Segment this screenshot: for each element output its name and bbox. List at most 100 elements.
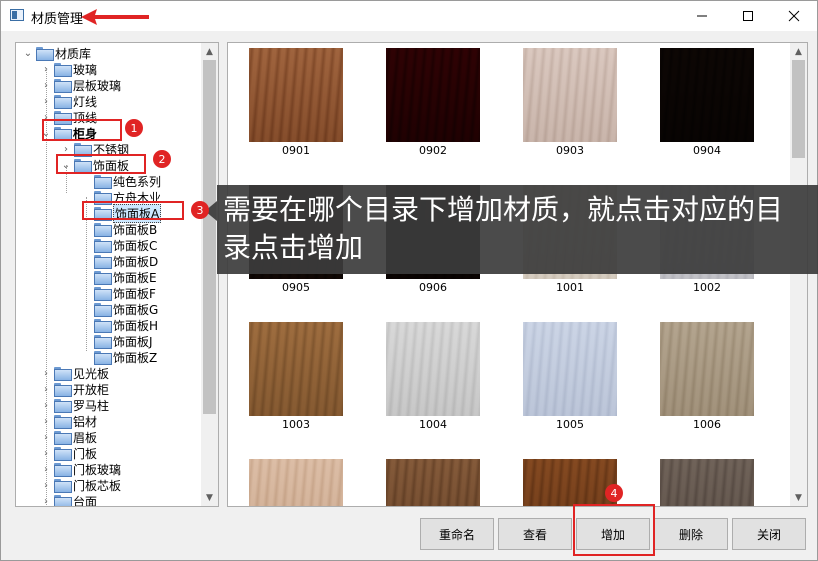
tree-item[interactable]: › 铝材 — [40, 413, 97, 429]
view-button[interactable]: 查看 — [498, 518, 572, 550]
chevron-down-icon[interactable]: ⌄ — [22, 45, 34, 61]
annotation-box-cabinet — [42, 119, 122, 141]
material-swatch[interactable] — [386, 48, 480, 142]
material-name: 0901 — [282, 144, 310, 157]
material-name: 1006 — [693, 418, 721, 431]
material-swatch[interactable] — [249, 48, 343, 142]
material-swatch[interactable] — [660, 48, 754, 142]
minimize-button[interactable] — [679, 1, 725, 31]
step-badge-1: 1 — [125, 119, 143, 137]
annotation-arrow-icon — [81, 9, 149, 25]
folder-icon — [54, 463, 72, 477]
material-swatch[interactable] — [249, 322, 343, 416]
material-swatch[interactable] — [523, 459, 617, 506]
tree-item[interactable]: › 灯线 — [40, 93, 97, 109]
tree-item-label: 门板玻璃 — [73, 462, 122, 477]
tree-item[interactable]: 饰面板D — [80, 253, 158, 269]
folder-icon — [94, 319, 112, 333]
tree-item[interactable]: 纯色系列 — [80, 173, 161, 189]
material-tree[interactable]: ⌄ 材质库 › 玻璃 › 层板玻璃 › 灯线 › 顶线 ⌄ 柜身 › 不锈钢 ⌄ 饰面板 纯色系列 方舟木业 饰面板… — [15, 42, 219, 507]
material-name: 1001 — [556, 281, 584, 294]
rename-button[interactable]: 重命名 — [420, 518, 494, 550]
app-icon — [10, 9, 24, 21]
maximize-button[interactable] — [725, 1, 771, 31]
folder-icon — [54, 79, 72, 93]
title-bar[interactable]: 材质管理 — [1, 1, 817, 31]
material-swatch[interactable] — [523, 322, 617, 416]
material-swatch[interactable] — [386, 459, 480, 506]
scroll-down-icon[interactable]: ▼ — [201, 489, 218, 506]
tree-item[interactable]: › 眉板 — [40, 429, 97, 445]
folder-icon — [94, 335, 112, 349]
tree-item[interactable]: 饰面板F — [80, 285, 156, 301]
tree-item-label: 门板 — [73, 446, 98, 461]
tree-item[interactable]: › 玻璃 — [40, 61, 97, 77]
tree-item[interactable]: 饰面板G — [80, 301, 158, 317]
folder-icon — [94, 223, 112, 237]
folder-icon — [54, 415, 72, 429]
material-name: 1003 — [282, 418, 310, 431]
tree-item-label: 铝材 — [73, 414, 98, 429]
material-name: 0904 — [693, 144, 721, 157]
close-button[interactable] — [771, 1, 817, 31]
folder-icon — [94, 271, 112, 285]
material-name: 0906 — [419, 281, 447, 294]
step-badge-4: 4 — [605, 484, 623, 502]
minimize-icon — [697, 15, 707, 17]
tree-item-label: 门板芯板 — [73, 478, 122, 493]
tree-item[interactable]: 饰面板B — [80, 221, 157, 237]
tree-item[interactable]: 饰面板J — [80, 333, 153, 349]
scroll-up-icon[interactable]: ▲ — [790, 43, 807, 60]
tree-scroll-thumb[interactable] — [203, 60, 216, 414]
folder-icon — [54, 495, 72, 506]
tree-item[interactable]: 饰面板C — [80, 237, 157, 253]
tree-root[interactable]: ⌄ 材质库 — [22, 45, 91, 61]
scroll-down-icon[interactable]: ▼ — [790, 489, 807, 506]
material-name: 0905 — [282, 281, 310, 294]
scroll-up-icon[interactable]: ▲ — [201, 43, 218, 60]
tree-item-label: 见光板 — [73, 366, 110, 381]
tree-item-label: 饰面板H — [113, 318, 159, 333]
grid-scrollbar[interactable]: ▲ ▼ — [790, 43, 807, 506]
tree-item-label: 饰面板D — [113, 254, 159, 269]
tree-item[interactable]: › 开放柜 — [40, 381, 109, 397]
folder-icon — [54, 431, 72, 445]
folder-icon — [54, 399, 72, 413]
tree-item[interactable]: › 门板 — [40, 445, 97, 461]
material-thumbnail-grid[interactable]: 0901 0902 0903 0904 0905 0906 1001 1002 1003 1004… — [227, 42, 808, 507]
tree-item-label: 饰面板J — [113, 334, 153, 349]
material-swatch[interactable] — [249, 459, 343, 506]
material-name: 1002 — [693, 281, 721, 294]
material-manager-window: 材质管理 ⌄ 材质库 › 玻璃 › 层板玻璃 › 灯线 › 顶线 ⌄ 柜身 › 不锈钢 ⌄ 饰面板 纯色系列 方舟… — [0, 0, 818, 561]
folder-icon — [54, 95, 72, 109]
material-name: 0903 — [556, 144, 584, 157]
close-dialog-button[interactable]: 关闭 — [732, 518, 806, 550]
tree-item[interactable]: › 台面 — [40, 493, 98, 507]
delete-button[interactable]: 删除 — [654, 518, 728, 550]
material-swatch[interactable] — [660, 322, 754, 416]
grid-scroll-thumb[interactable] — [792, 60, 805, 158]
tree-item-label: 台面 — [73, 494, 98, 507]
material-swatch[interactable] — [386, 322, 480, 416]
tree-item-label: 饰面板G — [113, 302, 159, 317]
folder-icon — [54, 63, 72, 77]
tree-item[interactable]: 饰面板E — [80, 269, 157, 285]
tree-item[interactable]: 饰面板H — [80, 317, 158, 333]
material-name: 0902 — [419, 144, 447, 157]
tree-item-label: 饰面板C — [113, 238, 158, 253]
material-swatch[interactable] — [523, 48, 617, 142]
tree-item[interactable]: › 罗马柱 — [40, 397, 109, 413]
instruction-callout: 需要在哪个目录下增加材质，就点击对应的目录点击增加 — [205, 185, 818, 274]
tree-item[interactable]: › 见光板 — [40, 365, 109, 381]
tree-item[interactable]: 饰面板Z — [80, 349, 157, 365]
tree-scrollbar[interactable]: ▲ ▼ — [201, 43, 218, 506]
tree-item[interactable]: › 门板芯板 — [40, 477, 121, 493]
tree-item[interactable]: › 门板玻璃 — [40, 461, 121, 477]
step-badge-2: 2 — [153, 150, 171, 168]
tree-item-label: 玻璃 — [73, 62, 98, 77]
maximize-icon — [743, 11, 753, 21]
folder-icon — [94, 255, 112, 269]
tree-item[interactable]: › 层板玻璃 — [40, 77, 121, 93]
material-swatch[interactable] — [660, 459, 754, 506]
